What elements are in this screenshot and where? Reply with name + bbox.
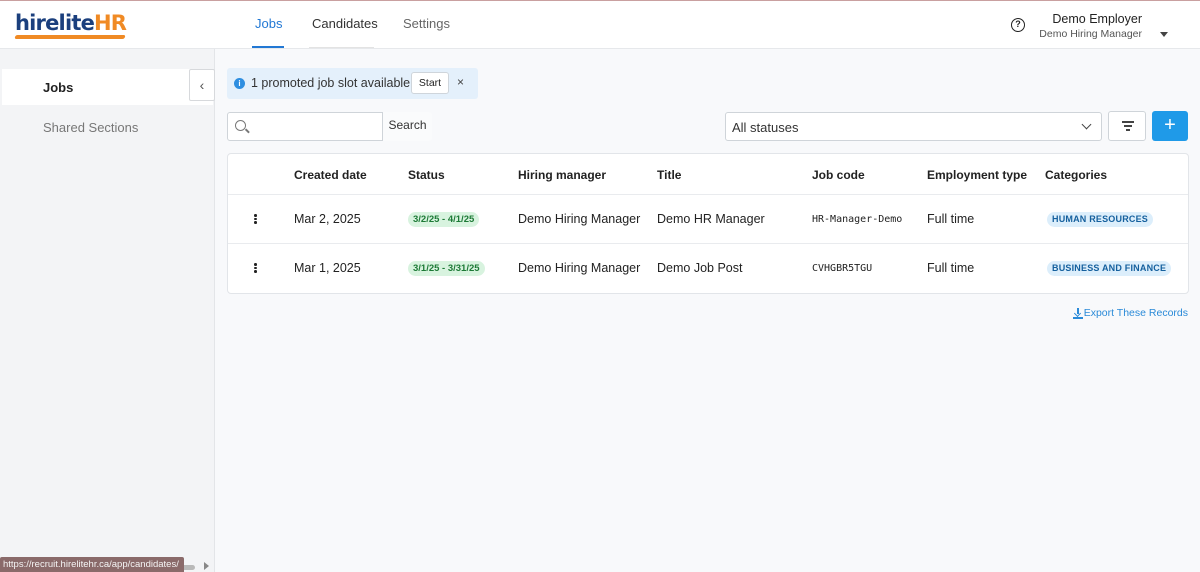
more-actions-icon[interactable] (254, 263, 257, 274)
cell-title[interactable]: Demo Job Post (657, 261, 742, 275)
active-tab-indicator (252, 46, 284, 48)
cell-title[interactable]: Demo HR Manager (657, 212, 765, 226)
collapse-sidebar-button[interactable]: ‹ (189, 69, 215, 101)
status-badge: 3/1/25 - 3/31/25 (408, 261, 485, 276)
cell-created-date: Mar 1, 2025 (294, 261, 361, 275)
more-actions-icon[interactable] (254, 214, 257, 225)
chevron-left-icon: ‹ (199, 77, 205, 93)
category-badge: BUSINESS AND FINANCE (1047, 261, 1172, 276)
column-header-employment-type[interactable]: Employment type (927, 168, 1027, 182)
browser-status-url: https://recruit.hirelitehr.ca/app/candid… (0, 557, 184, 572)
column-header-job-code[interactable]: Job code (812, 168, 865, 182)
plus-icon: + (1164, 114, 1176, 136)
cell-hiring-manager: Demo Hiring Manager (518, 212, 641, 226)
column-header-title[interactable]: Title (657, 168, 681, 182)
cell-job-code: CVHGBR5TGU (812, 263, 873, 274)
column-header-status[interactable]: Status (408, 168, 445, 182)
search-button[interactable]: Search (382, 112, 432, 141)
promo-text: 1 promoted job slot available (251, 76, 411, 90)
cell-created-date: Mar 2, 2025 (294, 212, 361, 226)
nav-tab-candidates[interactable]: Candidates (312, 1, 378, 49)
sidebar: Jobs Shared Sections ‹ (0, 49, 215, 572)
download-icon[interactable] (1073, 308, 1083, 319)
search-icon (235, 120, 246, 131)
logo-swoosh (14, 35, 126, 39)
top-header: hireliteHR Jobs Candidates Settings ? De… (0, 1, 1200, 49)
logo-text-hirelite: hirelite (15, 11, 95, 35)
column-header-categories[interactable]: Categories (1045, 168, 1107, 182)
status-filter-select[interactable]: All statuses (725, 112, 1102, 141)
info-icon: i (234, 78, 245, 89)
promo-start-button[interactable]: Start (411, 72, 449, 94)
cell-hiring-manager: Demo Hiring Manager (518, 261, 641, 275)
row-divider (228, 243, 1188, 244)
hirelite-logo[interactable]: hireliteHR (14, 10, 127, 40)
add-job-button[interactable]: + (1152, 111, 1188, 141)
scroll-right-arrow-icon[interactable] (204, 562, 209, 570)
chevron-down-icon (1081, 119, 1092, 130)
search-input[interactable] (252, 114, 380, 139)
jobs-table: Created date Status Hiring manager Title… (227, 153, 1189, 294)
close-icon[interactable]: × (457, 75, 464, 89)
nav-tab-jobs[interactable]: Jobs (255, 1, 282, 49)
column-header-created-date[interactable]: Created date (294, 168, 367, 182)
tab-hover-line (309, 47, 374, 48)
help-icon[interactable]: ? (1011, 18, 1025, 32)
category-badge: HUMAN RESOURCES (1047, 212, 1154, 227)
export-records-link[interactable]: Export These Records (1084, 307, 1188, 319)
caret-down-icon[interactable] (1160, 32, 1168, 37)
sidebar-item-shared-sections[interactable]: Shared Sections (43, 120, 138, 135)
cell-employment-type: Full time (927, 212, 975, 226)
status-filter-value: All statuses (732, 120, 799, 135)
cell-employment-type: Full time (927, 261, 975, 275)
sidebar-item-jobs[interactable]: Jobs (43, 80, 73, 95)
sidebar-active-highlight (2, 69, 213, 105)
status-badge: 3/2/25 - 4/1/25 (408, 212, 480, 227)
logo-text-hr: HR (94, 11, 127, 35)
filter-list-icon (1122, 121, 1134, 131)
header-divider (228, 194, 1188, 195)
promoted-slot-banner: i 1 promoted job slot available Start × (227, 68, 478, 99)
column-header-hiring-manager[interactable]: Hiring manager (518, 168, 606, 182)
filter-button[interactable] (1108, 111, 1146, 141)
user-role[interactable]: Demo Hiring Manager (1039, 28, 1142, 40)
search-box: Search (227, 112, 432, 141)
nav-tab-settings[interactable]: Settings (403, 1, 450, 49)
user-name[interactable]: Demo Employer (1052, 12, 1142, 26)
cell-job-code: HR-Manager-Demo (812, 214, 903, 225)
